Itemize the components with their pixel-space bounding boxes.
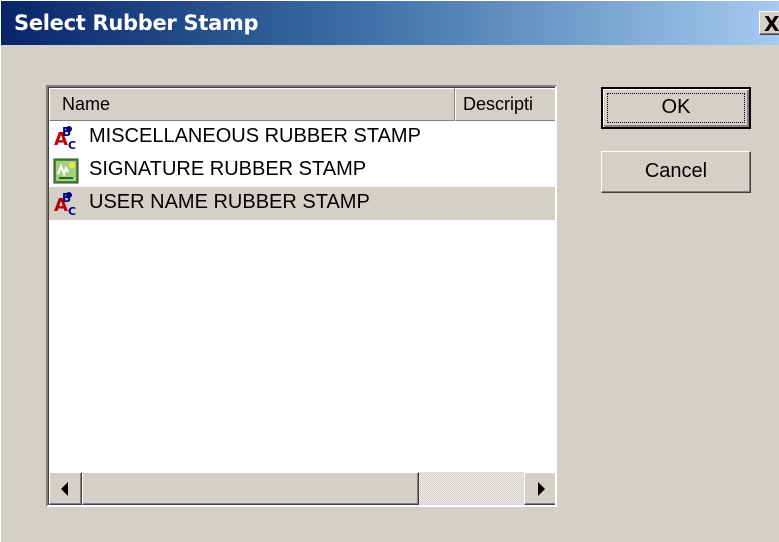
- cancel-button-label: Cancel: [644, 160, 708, 182]
- list-header: Name Descripti: [49, 88, 555, 121]
- cancel-button[interactable]: Cancel: [601, 151, 751, 193]
- signature-stamp-icon: [53, 158, 79, 184]
- list-item[interactable]: A B C MISCELLANEOUS RUBBER STAMP: [49, 121, 555, 154]
- title-bar[interactable]: Select Rubber Stamp X: [1, 1, 779, 45]
- list-item-label: MISCELLANEOUS RUBBER STAMP: [89, 125, 421, 147]
- list-item[interactable]: SIGNATURE RUBBER STAMP: [49, 154, 555, 187]
- arrow-right-icon: [538, 482, 545, 496]
- focus-rectangle: [607, 93, 745, 123]
- svg-text:C: C: [68, 139, 76, 151]
- scroll-left-button[interactable]: [49, 472, 82, 505]
- close-button[interactable]: X: [759, 11, 779, 36]
- list-rows: A B C MISCELLANEOUS RUBBER STAMP SIGNATU…: [49, 121, 555, 220]
- column-header-name[interactable]: Name: [49, 88, 455, 121]
- abc-stamp-icon: A B C: [54, 125, 76, 151]
- scrollbar-thumb[interactable]: [82, 472, 419, 505]
- abc-stamp-icon: A B C: [54, 191, 76, 217]
- arrow-left-icon: [61, 482, 68, 496]
- stamp-list[interactable]: Name Descripti A B C MISCELLANEOUS RUBBE…: [46, 85, 557, 507]
- list-item-label: SIGNATURE RUBBER STAMP: [89, 158, 367, 180]
- list-item-label: USER NAME RUBBER STAMP: [89, 191, 370, 213]
- scroll-right-button[interactable]: [524, 472, 555, 505]
- horizontal-scrollbar[interactable]: [49, 472, 555, 505]
- svg-text:C: C: [68, 205, 76, 217]
- ok-button[interactable]: OK: [601, 87, 751, 129]
- list-item[interactable]: A B C USER NAME RUBBER STAMP: [49, 187, 555, 220]
- select-rubber-stamp-dialog: Select Rubber Stamp X Name Descripti A B…: [0, 0, 779, 542]
- window-title: Select Rubber Stamp: [14, 11, 259, 35]
- column-header-description[interactable]: Descripti: [455, 88, 555, 121]
- close-icon: X: [764, 12, 779, 36]
